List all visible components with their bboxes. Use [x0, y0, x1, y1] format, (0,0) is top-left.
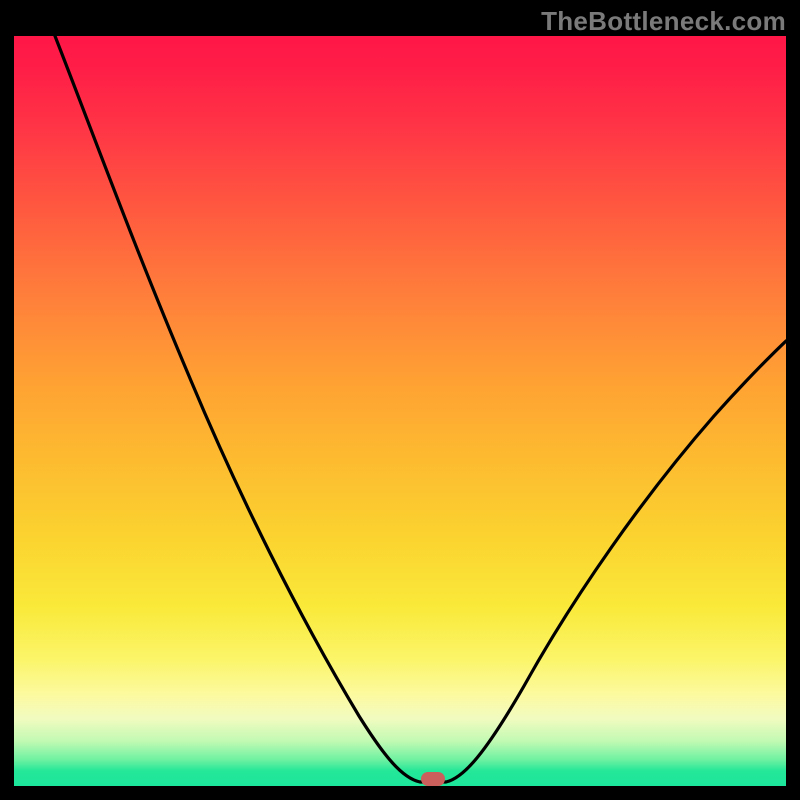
curve-path — [55, 36, 786, 782]
watermark-text: TheBottleneck.com — [541, 6, 786, 37]
optimal-marker — [421, 772, 445, 786]
bottleneck-curve — [14, 36, 786, 786]
plot-area — [14, 36, 786, 786]
